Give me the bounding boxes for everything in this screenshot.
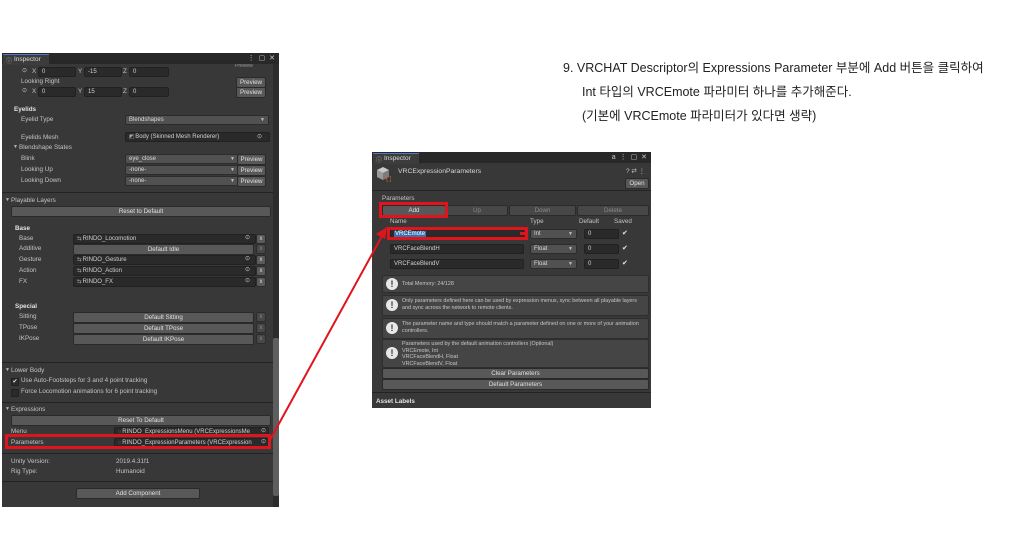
instruction-line-3: (기본에 VRCEmote 파라미터가 있다면 생략): [582, 109, 817, 123]
instruction-line-2: Int 타입의 VRCEmote 파라미터 하나를 추가해준다.: [582, 85, 852, 99]
pointer-arrow: [269, 227, 387, 441]
instruction-line-1: 9. VRCHAT Descriptor의 Expressions Parame…: [563, 61, 984, 75]
